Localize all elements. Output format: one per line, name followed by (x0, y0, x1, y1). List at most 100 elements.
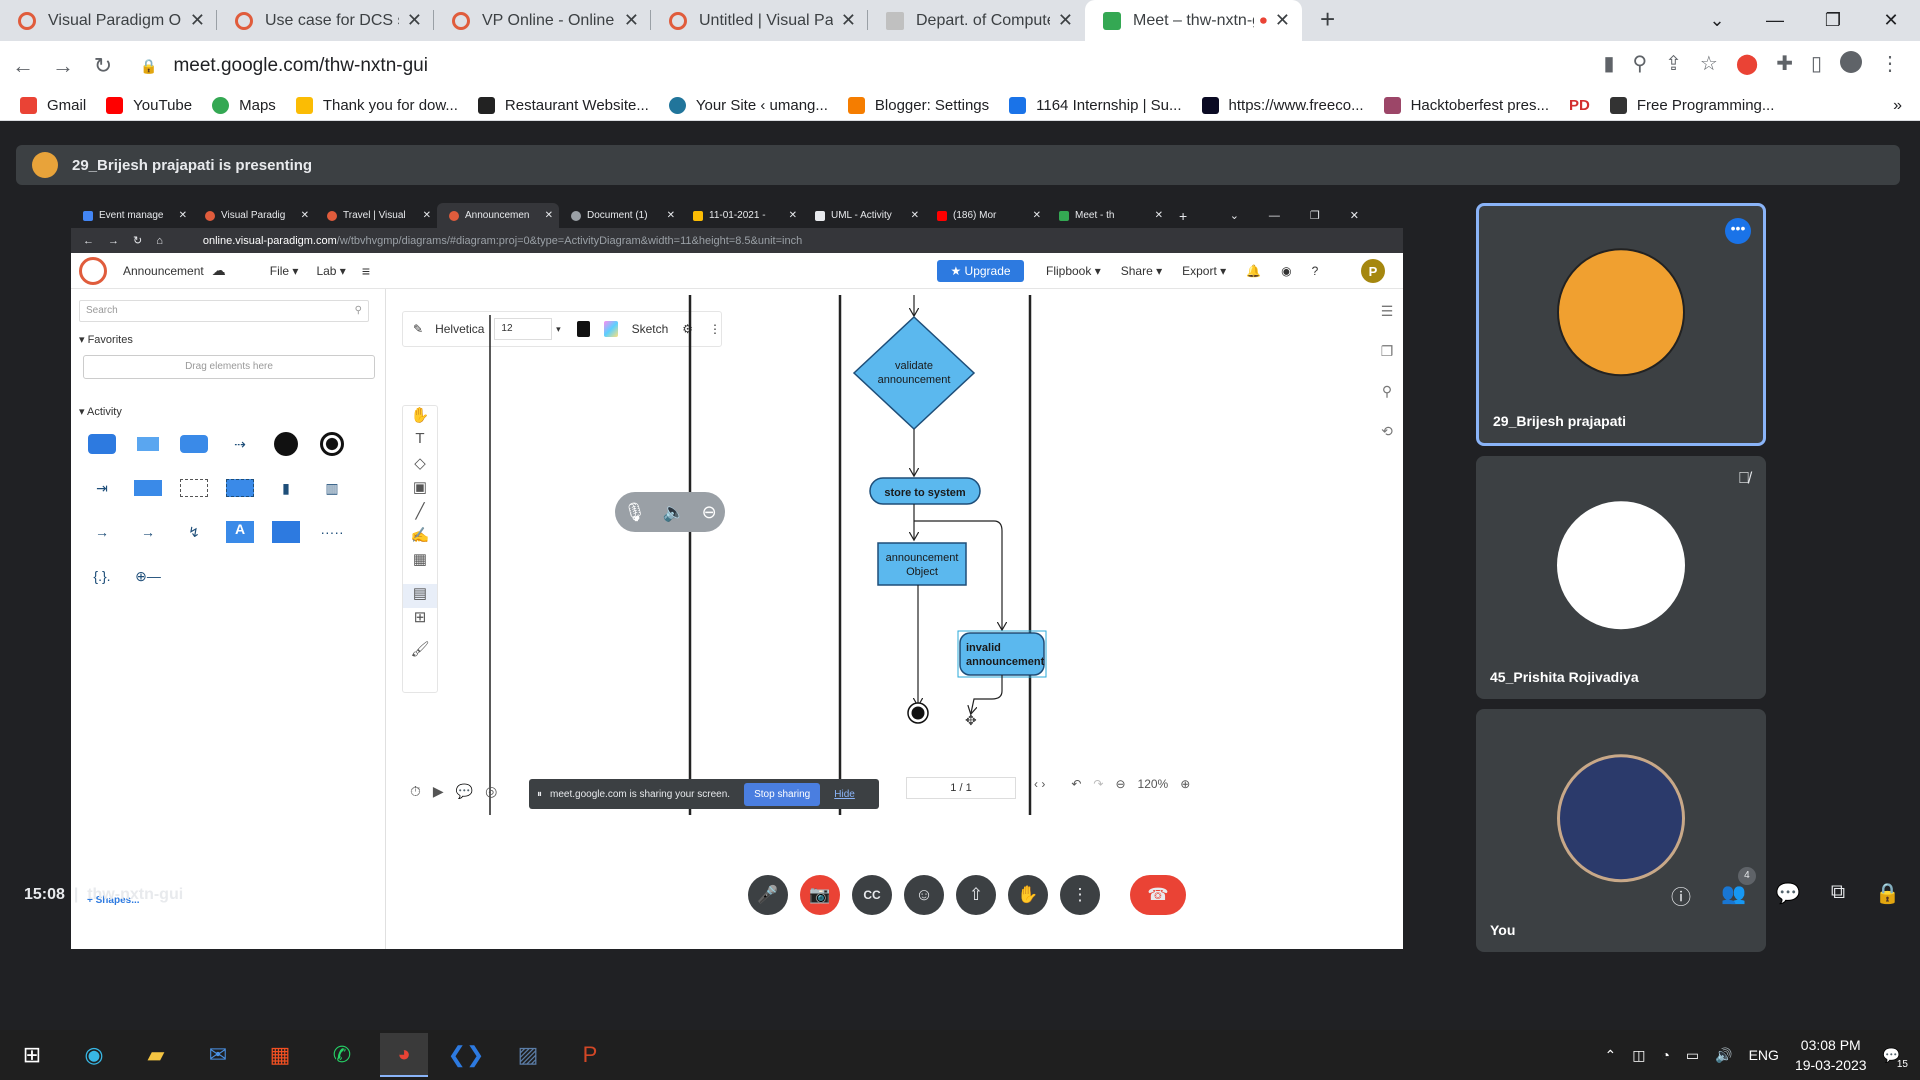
back-icon[interactable]: ← (6, 53, 40, 79)
file-explorer-icon[interactable]: ▰ (132, 1033, 180, 1077)
mail-icon[interactable]: ✉ (194, 1033, 242, 1077)
bookmark-item[interactable]: Your Site ‹ umang... (668, 97, 828, 114)
speaker-off-icon: 🔈 (662, 501, 686, 522)
freeprogramming-icon (1609, 97, 1627, 114)
pen-tool-icon: ✍ (410, 527, 430, 544)
clock[interactable]: 03:08 PM 19-03-2023 (1795, 1035, 1867, 1075)
chrome-icon[interactable]: ◕ (380, 1033, 428, 1077)
raise-hand-button[interactable]: ✋ (1008, 875, 1048, 915)
bookmark-star-icon[interactable]: ☆ (1700, 51, 1718, 76)
camera-tray-icon[interactable]: ◫ (1632, 1047, 1645, 1064)
sidepanel-icon[interactable]: ▯ (1811, 51, 1822, 76)
close-window-icon[interactable]: ✕ (1862, 10, 1920, 31)
shapes-tool-icon: ◇ (414, 455, 426, 472)
browser-tab[interactable]: Depart. of Computer scienc✕ (868, 0, 1085, 41)
browser-tab[interactable]: Visual Paradigm Online✕ (0, 0, 217, 41)
maximize-icon[interactable]: ❐ (1804, 10, 1862, 31)
reload-icon[interactable]: ↻ (86, 53, 120, 79)
hide-link: Hide (834, 788, 855, 800)
camera-button[interactable]: 📷 (800, 875, 840, 915)
inner-nav-icons: ←→↻⌂ (83, 235, 177, 247)
share-icon[interactable]: ⇪ (1665, 51, 1682, 76)
upgrade-button: ★ Upgrade (937, 260, 1024, 282)
close-tab-icon[interactable]: ✕ (1058, 10, 1073, 31)
mic-button[interactable]: 🎤 (748, 875, 788, 915)
bookmark-item[interactable]: Blogger: Settings (847, 97, 989, 114)
participant-tile[interactable]: ••• 29_Brijesh prajapati (1476, 203, 1766, 446)
close-tab-icon[interactable]: ✕ (1275, 10, 1290, 31)
forward-icon[interactable]: → (46, 53, 80, 79)
tray-chevron-icon[interactable]: ⌃ (1604, 1047, 1616, 1064)
video-icon: ▶ (432, 782, 444, 799)
bookmark-item[interactable]: Free Programming... (1609, 97, 1774, 114)
shared-screen[interactable]: Event manage ✕ Visual Paradig ✕ Travel | V… (71, 203, 1403, 949)
profile-avatar[interactable] (1840, 51, 1862, 73)
powerpoint-icon[interactable]: P (566, 1033, 614, 1077)
grid-tool-icon: ⊞ (413, 609, 427, 626)
vp-logo-icon (79, 256, 107, 285)
windows-taskbar: ⊞ ◉ ▰ ✉ ▦ ✆ ◕ ❮❯ ▨ P ⌃ ◫ ◔ ▭ 🔊 ENG 03:08… (0, 1030, 1920, 1080)
new-tab-icon[interactable]: + (1320, 4, 1335, 35)
zoom-icon[interactable]: ⚲ (1632, 51, 1647, 76)
image-tool-icon: ▣ (412, 479, 428, 496)
browser-tab[interactable]: Untitled | Visual Paradigm C✕ (651, 0, 868, 41)
wifi-icon[interactable]: ◔ (1661, 1047, 1669, 1063)
bookmark-item-pd[interactable]: PD (1569, 97, 1590, 114)
bookmark-item[interactable]: https://www.freeco... (1201, 97, 1364, 114)
chat-icon[interactable]: 💬 (1776, 881, 1801, 910)
interruptible-region-icon (225, 473, 255, 503)
people-icon[interactable]: 👥 4 (1721, 866, 1756, 910)
bookmark-item[interactable]: Restaurant Website... (477, 97, 649, 114)
edit-icon: ✎ (413, 322, 424, 336)
app-icon[interactable]: ▨ (504, 1033, 552, 1077)
browser-tab[interactable]: VP Online - Online Drawing ✕ (434, 0, 651, 41)
participant-tile[interactable]: 🎙̸ 45_Prishita Rojivadiya (1476, 456, 1766, 699)
bookmark-item[interactable]: Gmail (20, 97, 86, 114)
close-tab-icon[interactable]: ✕ (190, 10, 205, 31)
activities-icon[interactable]: ⧉ (1831, 881, 1845, 910)
close-tab-icon[interactable]: ✕ (407, 10, 422, 31)
notifications-icon[interactable]: 💬 15 (1883, 1047, 1908, 1070)
bookmark-item[interactable]: YouTube (106, 97, 192, 114)
send-signal-icon: ⇥ (96, 479, 108, 496)
host-controls-icon[interactable]: 🔒 (1875, 881, 1900, 910)
bookmark-item[interactable]: Thank you for dow... (295, 97, 458, 114)
object-node (877, 542, 967, 586)
recording-icon: ⏺ (1259, 12, 1267, 28)
leave-call-button[interactable]: ☎ (1130, 875, 1186, 915)
more-options-button[interactable]: ⋮ (1060, 875, 1100, 915)
store-icon[interactable]: ▦ (256, 1033, 304, 1077)
vscode-icon[interactable]: ❮❯ (442, 1033, 490, 1077)
url-field[interactable]: 🔒 meet.google.com/thw-nxtn-gui (140, 55, 428, 77)
present-button[interactable]: ⇧ (956, 875, 996, 915)
whatsapp-icon[interactable]: ✆ (318, 1033, 366, 1077)
tab-search-icon[interactable]: ⌄ (1688, 10, 1746, 31)
volume-icon[interactable]: 🔊 (1715, 1047, 1732, 1064)
edge-icon[interactable]: ◉ (70, 1033, 118, 1077)
bookmark-item[interactable]: Maps (212, 97, 276, 114)
extension-red-icon[interactable]: ⬤ (1736, 51, 1758, 76)
minimize-icon[interactable]: — (1746, 10, 1804, 31)
camera-blocked-icon[interactable]: ▮ (1603, 51, 1614, 76)
extensions-icon[interactable]: ✚ (1776, 51, 1793, 76)
meet-favicon-icon (1103, 11, 1121, 30)
menu-icon[interactable]: ⋮ (1880, 51, 1900, 76)
browser-tab[interactable]: Use case for DCS site.vpd | ✕ (217, 0, 434, 41)
microsoft-icon (295, 97, 313, 114)
browser-tab-active[interactable]: Meet – thw-nxtn-gui⏺✕ (1085, 0, 1302, 41)
windows-start-icon[interactable]: ⊞ (8, 1033, 56, 1077)
battery-icon[interactable]: ▭ (1686, 1047, 1699, 1064)
bookmark-item[interactable]: Hacktoberfest pres... (1383, 97, 1549, 114)
bookmark-item[interactable]: 1164 Internship | Su... (1009, 97, 1182, 114)
help-icon: ? (1311, 264, 1319, 278)
lock-icon: 🔒 (140, 57, 158, 74)
reactions-button[interactable]: ☺ (904, 875, 944, 915)
hamburger-icon: ≡ (361, 262, 370, 279)
participant-count-badge: 4 (1737, 866, 1756, 885)
info-icon[interactable]: ⓘ (1671, 881, 1691, 910)
more-bookmarks-icon[interactable]: » (1893, 97, 1902, 115)
captions-button[interactable]: CC (852, 875, 892, 915)
close-tab-icon[interactable]: ✕ (841, 10, 856, 31)
more-options-icon[interactable]: ••• (1725, 218, 1751, 244)
close-tab-icon[interactable]: ✕ (624, 10, 639, 31)
